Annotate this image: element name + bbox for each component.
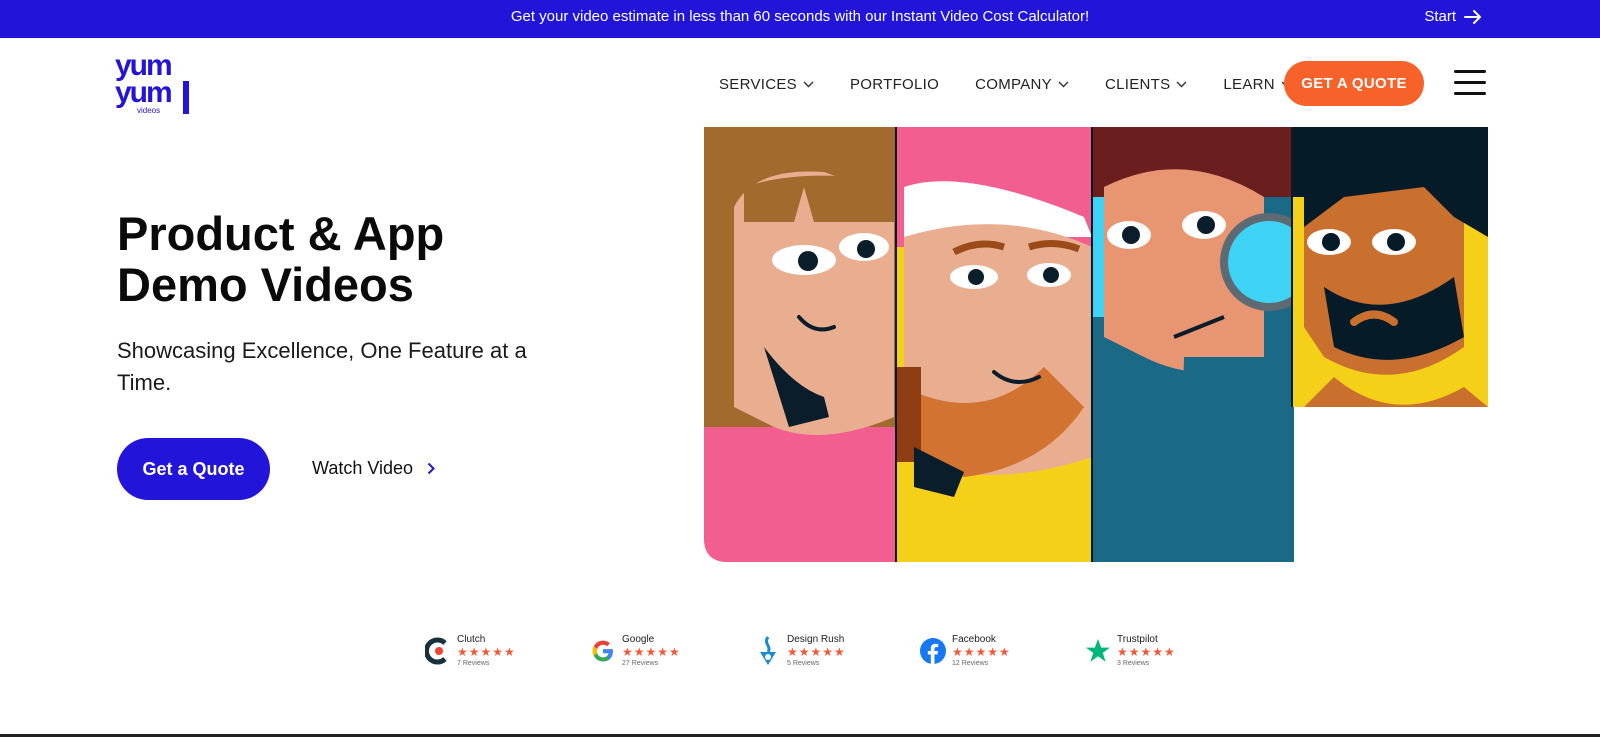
illustration-panel-woman [704,127,896,562]
clutch-logo-icon [424,636,452,666]
facebook-logo-icon [919,636,947,666]
nav-label: CLIENTS [1104,75,1171,93]
nav-item-services[interactable]: SERVICES [719,76,814,93]
illustration-panel-man-beard [1292,127,1488,407]
nav-item-learn[interactable]: LEARN [1223,76,1292,93]
review-badge-designrush[interactable]: Design Rush ★★★★★ 5 Reviews [754,634,919,668]
hero-subtitle: Showcasing Excellence, One Feature at a … [117,338,527,395]
rating-stars: ★★★★★ [787,645,846,659]
watch-video-label: Watch Video [312,458,414,478]
arrow-right-icon [1464,10,1481,24]
get-a-quote-hero-button[interactable]: Get a Quote [117,438,270,500]
announcement-bar: Get your video estimate in less than 60 … [0,0,1600,38]
nav-label: COMPANY [975,75,1052,93]
announcement-text[interactable]: Get your video estimate in less than 60 … [0,0,1600,34]
nav-label: LEARN [1223,75,1275,93]
review-count: 12 Reviews [952,660,989,667]
review-badges: Clutch ★★★★★ 7 Reviews Google ★★★★★ 27 R… [424,634,1249,668]
review-count: 27 Reviews [622,660,659,667]
start-link[interactable]: Start [1424,0,1482,34]
illustration-panel-man-magnifier [1092,127,1318,562]
rating-stars: ★★★★★ [952,645,1011,659]
review-badge-clutch[interactable]: Clutch ★★★★★ 7 Reviews [424,634,589,668]
review-count: 7 Reviews [457,660,490,667]
rating-stars: ★★★★★ [1117,645,1176,659]
trustpilot-logo-icon [1084,636,1112,666]
illustration-panel-man-headband [896,127,1092,562]
watch-video-link[interactable]: Watch Video [312,458,435,479]
hero-illustration [704,127,1488,562]
logo-line-2: yum [115,76,171,109]
menu-icon[interactable] [1454,70,1486,96]
review-badge-google[interactable]: Google ★★★★★ 27 Reviews [589,634,754,668]
get-a-quote-button[interactable]: GET A QUOTE [1284,61,1424,106]
hero-title: Product & App Demo Videos [117,207,445,311]
rating-stars: ★★★★★ [622,645,681,659]
chevron-down-icon [1058,81,1069,87]
site-logo[interactable]: yum yum videos [115,51,193,117]
review-count: 3 Reviews [1117,660,1150,667]
nav-item-company[interactable]: COMPANY [975,76,1069,93]
chevron-down-icon [1176,81,1187,87]
logo-sub: videos [137,106,160,115]
google-logo-icon [589,636,617,666]
nav-label: PORTFOLIO [850,75,940,93]
nav-label: SERVICES [719,75,797,93]
rating-stars: ★★★★★ [457,645,516,659]
review-badge-facebook[interactable]: Facebook ★★★★★ 12 Reviews [919,634,1084,668]
designrush-logo-icon [754,636,782,666]
nav-item-clients[interactable]: CLIENTS [1105,76,1187,93]
review-count: 5 Reviews [787,660,820,667]
chevron-right-icon [427,462,435,475]
review-badge-trustpilot[interactable]: Trustpilot ★★★★★ 3 Reviews [1084,634,1249,668]
chevron-down-icon [803,81,814,87]
main-nav: SERVICES PORTFOLIO COMPANY CLIENTS LEARN [719,66,1328,102]
nav-item-portfolio[interactable]: PORTFOLIO [850,76,939,93]
start-label: Start [1424,8,1456,25]
